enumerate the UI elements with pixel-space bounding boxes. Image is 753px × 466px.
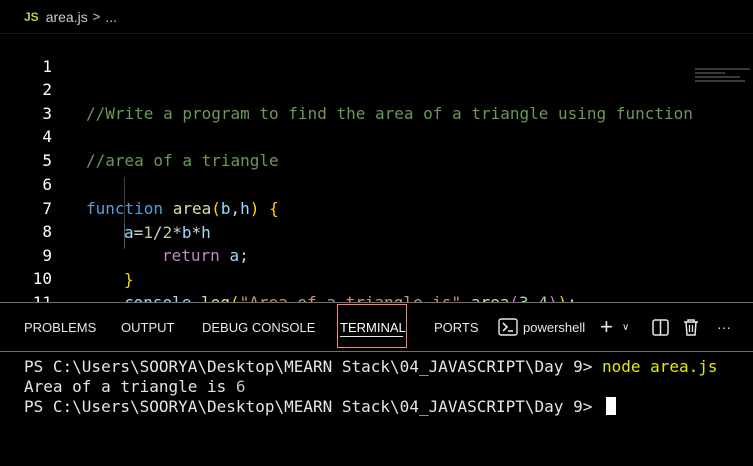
terminal-line: Area of a triangle is 6 [24,377,246,397]
comma: , [529,293,539,302]
dot: . [191,293,201,302]
code-line-5: 5 [0,125,52,170]
terminal-line: PS C:\Users\SOORYA\Desktop\MEARN Stack\0… [24,397,616,417]
code-line-9: 9 } [0,220,133,289]
code-line-4: 4 //area of a triangle [0,101,278,170]
variable: a [229,246,240,265]
kill-terminal-button[interactable] [683,315,699,339]
code-line-2: 2 //Write a program to find the area of … [0,54,693,123]
brace: { [269,199,279,218]
code-line-1: 1 [0,34,52,76]
breadcrumb: JS area.js > ... [0,0,753,34]
tab-terminal[interactable]: TERMINAL [340,319,406,337]
plus-icon: + [600,314,613,339]
number: 2 [162,223,173,242]
terminal-output-value: 6 [235,377,246,396]
code-line-10: 10 console.log("Area of a triangle is",a… [0,243,577,302]
param: h [240,199,250,218]
paren: ) [558,293,568,302]
chevron-right-icon: > [92,9,101,24]
breadcrumb-symbols[interactable]: ... [105,9,117,25]
method: log [201,293,230,302]
tab-debug-console[interactable]: DEBUG CONSOLE [202,319,315,337]
variable: a [124,223,134,242]
semicolon: ; [567,293,577,302]
string: "Area of a triangle is" [240,293,462,302]
operator: * [172,223,182,242]
new-terminal-button[interactable]: + [600,314,613,339]
terminal-output-text: Area of a triangle is [24,377,236,396]
more-actions-button[interactable]: ··· [717,315,731,339]
code-line-8: 8 return a; [0,196,248,265]
chevron-down-icon: ∨ [622,321,630,333]
brace: } [124,270,134,289]
paren: ( [211,199,221,218]
code-line-12: 12 [0,291,39,302]
shell-label: powershell [523,319,586,335]
function-call: area [471,293,510,302]
keyword-return: return [162,246,220,265]
terminal-output[interactable]: PS C:\Users\SOORYA\Desktop\MEARN Stack\0… [0,351,753,466]
semicolon: ; [239,246,249,265]
terminal-icon [498,318,518,336]
number: 4 [538,293,548,302]
operator: = [133,223,144,242]
launch-profile-dropdown[interactable]: ∨ [622,315,629,339]
terminal-command: node area.js [601,357,718,376]
terminal-prompt: PS C:\Users\SOORYA\Desktop\MEARN Stack\0… [24,357,602,376]
terminal-line: PS C:\Users\SOORYA\Desktop\MEARN Stack\0… [24,357,718,377]
active-tab-indicator [340,336,403,337]
paren: ) [249,199,260,218]
keyword-function: function [86,199,164,218]
comma: , [230,199,241,218]
function-name: area [172,199,212,218]
paren: ( [230,293,240,302]
terminal-profile-button[interactable]: powershell [498,315,585,339]
code-line-11: 11 [0,267,52,302]
code-editor[interactable]: 1 2 //Write a program to find the area o… [0,34,753,302]
comma: , [461,293,471,302]
paren: ( [509,293,519,302]
tab-ports[interactable]: PORTS [434,319,479,337]
breadcrumb-file-name[interactable]: area.js [46,9,88,25]
panel-tabs: PROBLEMS OUTPUT DEBUG CONSOLE TERMINAL P… [0,303,753,351]
bottom-panel: PROBLEMS OUTPUT DEBUG CONSOLE TERMINAL P… [0,302,753,465]
paren: ) [548,293,558,302]
terminal-cursor [605,397,616,415]
object: console [124,293,191,302]
operator: * [191,223,202,242]
number: 1 [143,223,153,242]
code-comment: //Write a program to find the area of a … [86,104,693,123]
split-terminal-button[interactable] [652,315,669,339]
trash-icon [684,319,698,336]
param: b [220,199,231,218]
minimap[interactable] [695,68,750,88]
code-line-6: 6 function area(b,h) { [0,149,278,218]
tab-output[interactable]: OUTPUT [121,319,174,337]
param: h [201,223,211,242]
number: 3 [519,293,529,302]
code-line-3: 3 [0,78,52,123]
split-icon [652,318,669,336]
operator: / [152,223,163,242]
terminal-prompt: PS C:\Users\SOORYA\Desktop\MEARN Stack\0… [24,397,602,416]
code-line-7: 7 a=1/2*b*h [0,173,210,242]
code-comment: //area of a triangle [86,151,279,170]
ellipsis-icon: ··· [717,319,731,335]
tab-problems[interactable]: PROBLEMS [24,319,96,337]
javascript-file-icon: JS [24,9,39,24]
